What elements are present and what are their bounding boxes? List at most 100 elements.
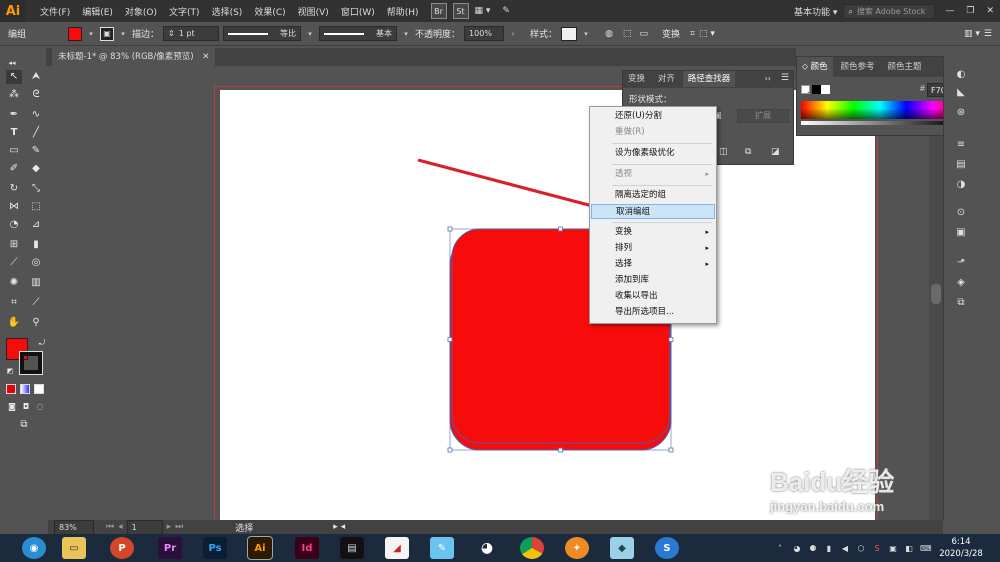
recolor-icon[interactable]: ◍ <box>605 29 613 39</box>
chevron-down-icon[interactable]: ▾ <box>118 30 128 38</box>
messenger-app-icon[interactable]: ✎ <box>430 537 454 559</box>
scale-tool-icon[interactable]: ⤡ <box>28 182 44 196</box>
tray-app4-icon[interactable]: ⌨ <box>920 544 932 554</box>
expand-button[interactable]: 扩展 <box>737 109 789 123</box>
opacity-field[interactable]: 100% <box>464 26 505 41</box>
menu-type[interactable]: 文字(T) <box>163 5 206 18</box>
curvature-tool-icon[interactable]: ∿ <box>28 108 44 122</box>
toolbox-collapse-icon[interactable]: ◂◂ <box>4 56 20 70</box>
document-tab[interactable]: 未标题-1* @ 83% (RGB/像素预览) ✕ <box>52 48 216 66</box>
tab-transform[interactable]: 变换 <box>623 71 650 87</box>
tray-app3-icon[interactable]: ◧ <box>904 544 914 554</box>
transparency-panel-icon[interactable]: ◑ <box>954 178 968 192</box>
artboard-icon[interactable]: ⬚ ▾ <box>699 29 715 39</box>
sogou-app-icon[interactable]: S <box>655 537 679 559</box>
zoom-field[interactable]: 83% <box>54 519 94 535</box>
mesh-tool-icon[interactable]: ⊞ <box>6 238 22 252</box>
close-button[interactable]: ✕ <box>980 6 1000 16</box>
handle-bm[interactable] <box>558 447 563 453</box>
gradient-tool-icon[interactable]: ▮ <box>28 238 44 252</box>
handle-tm[interactable] <box>558 226 563 232</box>
draw-inside-icon[interactable]: ◌ <box>32 400 48 414</box>
direct-selection-tool-icon[interactable]: ⮝ <box>28 70 44 84</box>
tab-align[interactable]: 对齐 <box>653 71 680 87</box>
hand-tool-icon[interactable]: ✋ <box>6 316 22 330</box>
blend-tool-icon[interactable]: ◎ <box>28 256 44 270</box>
isolate-icon[interactable]: ⌗ <box>690 29 695 39</box>
stroke-color-box[interactable] <box>19 351 43 375</box>
chevron-down-icon[interactable]: ▾ <box>581 30 591 38</box>
black-swatch[interactable] <box>812 85 821 94</box>
none-mode-swatch[interactable] <box>34 384 44 394</box>
stroke-panel-icon[interactable]: ≡ <box>954 138 968 152</box>
browser-app-icon[interactable]: ✦ <box>565 537 589 559</box>
eyedropper-tool-icon[interactable]: ⟋ <box>6 256 22 270</box>
last-artboard-icon[interactable]: ⏭ <box>175 522 183 532</box>
tab-pathfinder[interactable]: 路径查找器 <box>682 71 736 87</box>
pathfinder-trim-icon[interactable]: ⧉ <box>745 147 751 157</box>
tray-app2-icon[interactable]: ▣ <box>888 544 898 554</box>
color-mode-swatch[interactable] <box>6 384 16 394</box>
vertical-scroll-thumb[interactable] <box>931 284 941 304</box>
color-panel-icon[interactable]: ◐ <box>954 68 968 82</box>
transform-link[interactable]: 变换 <box>662 27 680 40</box>
menu-item-arrange[interactable]: 排列 ▸ <box>591 241 715 256</box>
stroke-swatch[interactable]: ▣ <box>100 26 115 41</box>
rotate-tool-icon[interactable]: ↻ <box>6 182 22 196</box>
indesign-icon[interactable]: Id <box>295 537 319 559</box>
start-button[interactable]: ◉ <box>22 537 46 559</box>
restore-button[interactable]: ❐ <box>960 6 980 16</box>
chevron-down-icon[interactable]: ▾ <box>86 30 96 38</box>
artboard-tool-icon[interactable]: ⌗ <box>6 296 22 310</box>
tray-ime-icon[interactable]: S <box>872 544 882 554</box>
workspace-switcher[interactable]: 基本功能 ▾ <box>788 5 843 18</box>
tray-security-icon[interactable]: ⬡ <box>856 544 866 554</box>
distribute-icon[interactable]: ▭ <box>639 29 648 39</box>
panel-menu-icon[interactable]: ☰ <box>781 73 789 83</box>
shape-builder-tool-icon[interactable]: ◔ <box>6 218 22 232</box>
zoom-tool-icon[interactable]: ⚲ <box>28 316 44 330</box>
magic-wand-tool-icon[interactable]: ⁂ <box>6 88 22 102</box>
close-icon[interactable]: ✕ <box>202 52 209 62</box>
stroke-weight-field[interactable]: ⇕ 1 pt <box>163 26 220 41</box>
selection-tool-icon[interactable]: ↖ <box>6 70 22 84</box>
swap-colors-icon[interactable]: ⤾ <box>34 336 50 350</box>
arrange-documents-icon[interactable]: ▦ ▾ <box>469 6 497 16</box>
menu-item-ungroup[interactable]: 取消编组 <box>591 204 715 219</box>
graphic-styles-icon[interactable]: ▣ <box>954 226 968 240</box>
gradient-mode-swatch[interactable] <box>20 384 30 394</box>
rectangle-tool-icon[interactable]: ▭ <box>6 144 22 158</box>
menu-edit[interactable]: 编辑(E) <box>76 5 119 18</box>
menu-item-select[interactable]: 选择 ▸ <box>591 257 715 272</box>
file-explorer-icon[interactable]: ▭ <box>62 537 86 559</box>
tray-app-icon[interactable]: ⚈ <box>808 544 818 554</box>
menu-window[interactable]: 窗口(W) <box>335 5 381 18</box>
menu-effect[interactable]: 效果(C) <box>248 5 291 18</box>
gradient-panel-icon[interactable]: ▤ <box>954 158 968 172</box>
chevron-down-icon[interactable]: ▾ <box>305 30 315 38</box>
clock[interactable]: 6:14 2020/3/28 <box>936 536 986 560</box>
handle-br[interactable] <box>668 447 674 453</box>
type-tool-icon[interactable]: T <box>6 126 22 140</box>
menu-item-collect-export[interactable]: 收集以导出 <box>591 289 715 304</box>
symbol-sprayer-tool-icon[interactable]: ✺ <box>6 276 22 290</box>
menu-item-pixel-optimize[interactable]: 设为像素级优化 <box>591 146 715 161</box>
chevron-down-icon[interactable]: ▾ <box>401 30 411 38</box>
tray-network-icon[interactable]: ▮ <box>824 544 834 554</box>
menu-select[interactable]: 选择(S) <box>206 5 249 18</box>
shaper-tool-icon[interactable]: ✐ <box>6 162 22 176</box>
menu-file[interactable]: 文件(F) <box>34 5 76 18</box>
menu-item-add-to-library[interactable]: 添加到库 <box>591 273 715 288</box>
panel-arrange-icon[interactable]: ▥ ▾ <box>964 29 980 39</box>
video-editor-icon[interactable]: ▤ <box>340 537 364 559</box>
artboard-number-field[interactable]: 1 <box>126 519 163 535</box>
menu-item-undo[interactable]: 还原(U)分割 <box>591 109 715 124</box>
tab-color-themes[interactable]: 颜色主题 <box>882 57 926 77</box>
handle-tl[interactable] <box>447 226 453 232</box>
artboards-panel-icon[interactable]: ⧉ <box>954 296 968 310</box>
tray-volume-icon[interactable]: ◀ <box>840 544 850 554</box>
white-swatch[interactable] <box>821 85 830 94</box>
handle-mr[interactable] <box>668 337 674 342</box>
notes-app-icon[interactable]: ◆ <box>610 537 634 559</box>
screen-mode-icon[interactable]: ⧉ <box>16 418 32 432</box>
